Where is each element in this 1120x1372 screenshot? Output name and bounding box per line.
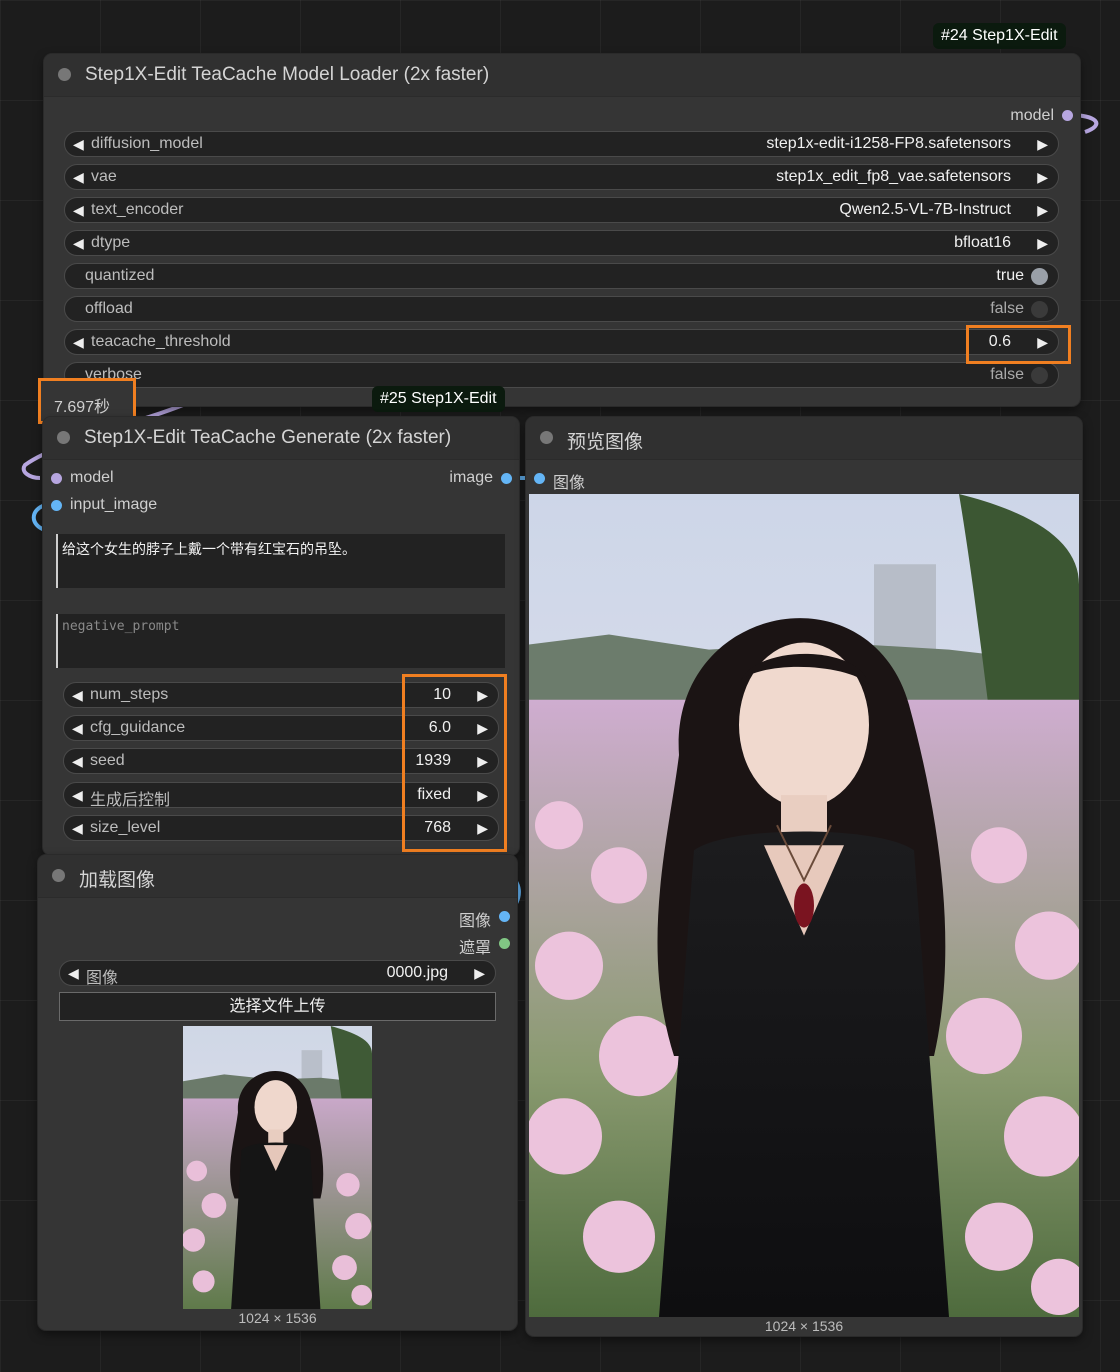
model-output-label: model xyxy=(1010,107,1054,124)
cfg-guidance-label: cfg_guidance xyxy=(90,719,186,736)
execution-time: 7.697秒 xyxy=(54,399,111,416)
seed-label: seed xyxy=(90,752,125,769)
model-loader-header[interactable]: Step1X-Edit TeaCache Model Loader (2x fa… xyxy=(44,54,1080,97)
preview-title: 预览图像 xyxy=(567,432,644,453)
arrow-right-icon[interactable]: ▶ xyxy=(474,965,485,982)
arrow-right-icon[interactable]: ▶ xyxy=(1037,136,1048,153)
arrow-left-icon[interactable]: ◀ xyxy=(73,169,84,186)
input-image-thumbnail xyxy=(183,1026,372,1309)
image-file-value: 0000.jpg xyxy=(386,964,448,981)
mask-output-slot[interactable] xyxy=(499,938,510,949)
arrow-left-icon[interactable]: ◀ xyxy=(72,787,83,804)
verbose-value: false xyxy=(990,366,1024,383)
preview-dimensions: 1024 × 1536 xyxy=(764,1318,844,1334)
node-status-icon xyxy=(52,869,65,882)
arrow-left-icon[interactable]: ◀ xyxy=(72,687,83,704)
woman-photo xyxy=(529,494,1079,1317)
arrow-left-icon[interactable]: ◀ xyxy=(73,202,84,219)
text-encoder-combo[interactable]: ◀ text_encoder Qwen2.5-VL-7B-Instruct ▶ xyxy=(64,197,1059,223)
node-status-icon xyxy=(58,68,71,81)
diffusion-model-combo[interactable]: ◀ diffusion_model step1x-edit-i1258-FP8.… xyxy=(64,131,1059,157)
quantized-label: quantized xyxy=(85,267,155,284)
num-steps-label: num_steps xyxy=(90,686,169,703)
mask-output-label: 遮罩 xyxy=(458,940,491,957)
image-input-slot[interactable] xyxy=(534,473,545,484)
arrow-left-icon[interactable]: ◀ xyxy=(72,753,83,770)
params-highlight xyxy=(402,674,507,852)
load-image-header[interactable]: 加载图像 xyxy=(38,855,517,898)
offload-label: offload xyxy=(85,300,133,317)
size-level-label: size_level xyxy=(90,819,161,836)
arrow-left-icon[interactable]: ◀ xyxy=(68,965,79,982)
generate-title: Step1X-Edit TeaCache Generate (2x faster… xyxy=(84,427,452,448)
text-encoder-value: Qwen2.5-VL-7B-Instruct xyxy=(839,201,1011,218)
preview-header[interactable]: 预览图像 xyxy=(526,417,1082,460)
vae-label: vae xyxy=(91,168,117,185)
toggle-off-icon[interactable] xyxy=(1031,367,1048,384)
load-image-title: 加载图像 xyxy=(79,870,156,891)
vae-value: step1x_edit_fp8_vae.safetensors xyxy=(776,168,1011,185)
quantized-value: true xyxy=(996,267,1024,284)
vae-combo[interactable]: ◀ vae step1x_edit_fp8_vae.safetensors ▶ xyxy=(64,164,1059,190)
image-output-slot[interactable] xyxy=(501,473,512,484)
dtype-combo[interactable]: ◀ dtype bfloat16 ▶ xyxy=(64,230,1059,256)
text-encoder-label: text_encoder xyxy=(91,201,184,218)
offload-value: false xyxy=(990,300,1024,317)
image-output-label: image xyxy=(449,469,493,486)
negative-prompt-textarea[interactable]: negative_prompt xyxy=(56,614,505,668)
teacache-threshold-number[interactable]: ◀ teacache_threshold 0.6 ▶ xyxy=(64,329,1059,355)
model-loader-title: Step1X-Edit TeaCache Model Loader (2x fa… xyxy=(85,64,490,85)
dtype-value: bfloat16 xyxy=(954,234,1011,251)
image-file-label: 图像 xyxy=(86,970,119,987)
input-image-slot[interactable] xyxy=(51,500,62,511)
image-output-label: 图像 xyxy=(458,913,491,930)
generate-header[interactable]: Step1X-Edit TeaCache Generate (2x faster… xyxy=(43,417,519,460)
node-status-icon xyxy=(57,431,70,444)
arrow-right-icon[interactable]: ▶ xyxy=(1037,169,1048,186)
arrow-left-icon[interactable]: ◀ xyxy=(72,720,83,737)
arrow-left-icon[interactable]: ◀ xyxy=(72,820,83,837)
threshold-highlight xyxy=(966,325,1071,364)
toggle-off-icon[interactable] xyxy=(1031,301,1048,318)
toggle-on-icon[interactable] xyxy=(1031,268,1048,285)
control-after-generate-label: 生成后控制 xyxy=(90,792,171,809)
quantized-toggle[interactable]: quantized true xyxy=(64,263,1059,289)
offload-toggle[interactable]: offload false xyxy=(64,296,1059,322)
image-file-combo[interactable]: ◀ 图像 0000.jpg ▶ xyxy=(59,960,496,987)
model-loader-node[interactable]: Step1X-Edit TeaCache Model Loader (2x fa… xyxy=(44,54,1080,406)
arrow-left-icon[interactable]: ◀ xyxy=(73,235,84,252)
arrow-left-icon[interactable]: ◀ xyxy=(73,334,84,351)
diffusion-model-label: diffusion_model xyxy=(91,135,203,152)
generate-node-id-badge: #25 Step1X-Edit xyxy=(372,386,505,412)
prompt-textarea[interactable]: 给这个女生的脖子上戴一个带有红宝石的吊坠。 xyxy=(56,534,505,588)
input-image-label: input_image xyxy=(70,496,158,513)
verbose-toggle[interactable]: verbose false xyxy=(64,362,1059,388)
model-output-slot[interactable] xyxy=(1062,110,1073,121)
arrow-right-icon[interactable]: ▶ xyxy=(1037,235,1048,252)
load-image-node[interactable]: 加载图像 图像 遮罩 ◀ 图像 0000.jpg ▶ 选择文件上传 1024 ×… xyxy=(38,855,517,1330)
dtype-label: dtype xyxy=(91,234,131,251)
loader-node-id-badge: #24 Step1X-Edit xyxy=(933,23,1066,49)
image-output-slot[interactable] xyxy=(499,911,510,922)
preview-image-node[interactable]: 预览图像 图像 1024 × 1536 xyxy=(526,417,1082,1336)
load-image-dimensions: 1024 × 1536 xyxy=(238,1310,317,1326)
node-status-icon xyxy=(540,431,553,444)
diffusion-model-value: step1x-edit-i1258-FP8.safetensors xyxy=(766,135,1011,152)
model-input-label: model xyxy=(70,469,114,486)
model-input-slot[interactable] xyxy=(51,473,62,484)
arrow-right-icon[interactable]: ▶ xyxy=(1037,202,1048,219)
teacache-threshold-label: teacache_threshold xyxy=(91,333,231,350)
upload-button[interactable]: 选择文件上传 xyxy=(59,992,496,1021)
arrow-left-icon[interactable]: ◀ xyxy=(73,136,84,153)
preview-output-image xyxy=(529,494,1079,1317)
image-input-label: 图像 xyxy=(553,475,586,492)
woman-photo xyxy=(183,1026,372,1309)
